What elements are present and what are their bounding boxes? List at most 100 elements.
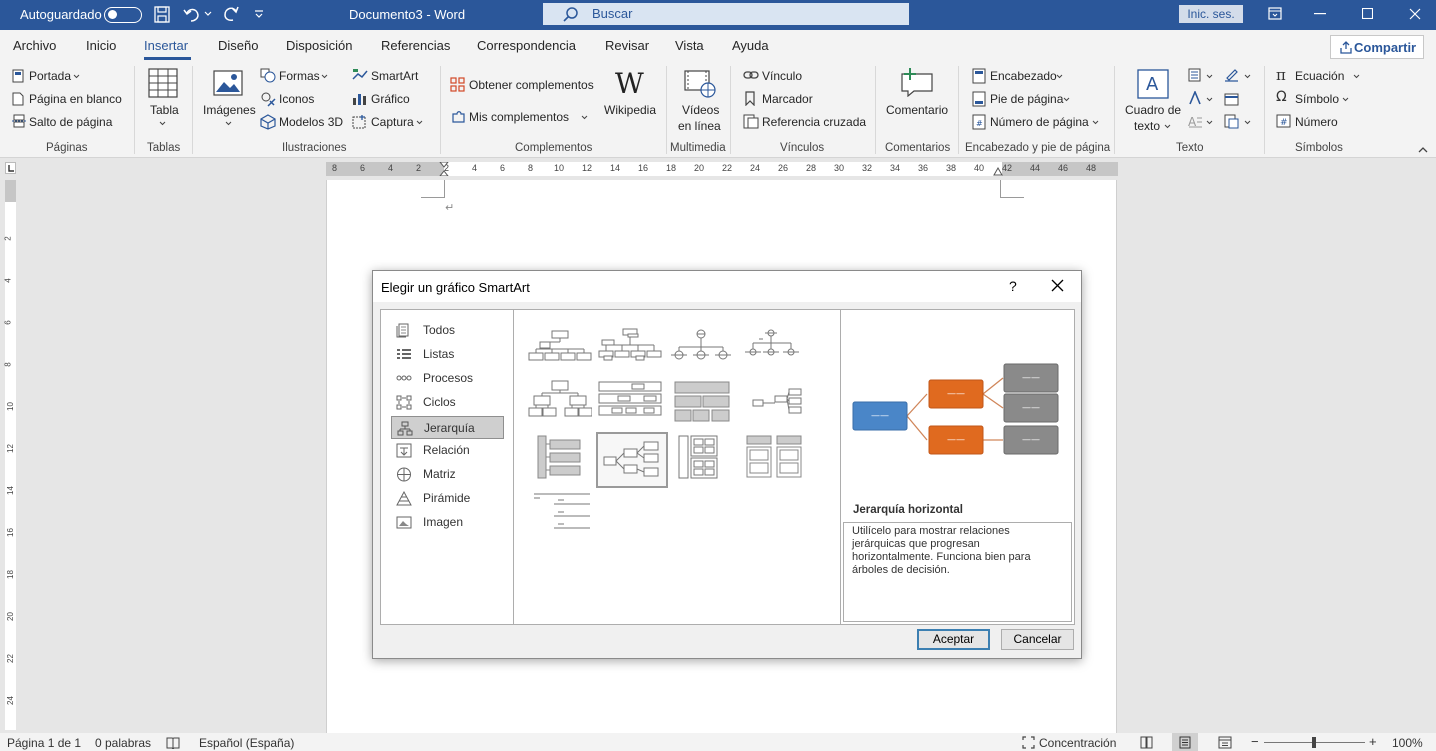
category-todos[interactable]: Todos — [391, 319, 504, 342]
tab-disposicion[interactable]: Disposición — [286, 38, 352, 53]
maximize-icon[interactable] — [1362, 8, 1373, 19]
page-count[interactable]: Página 1 de 1 — [7, 736, 81, 750]
imagenes-button[interactable]: Imágenes — [203, 103, 256, 117]
horizontal-ruler[interactable]: 8 6 4 2 2 4 6 8 10 12 14 16 18 20 22 24 26 28 30 32 34 36 38 40… — [326, 162, 1118, 176]
layout-jerarquia-tabla[interactable] — [669, 380, 737, 432]
obtener-complementos-button[interactable]: Obtener complementos — [469, 78, 594, 92]
pagina-blanco-button[interactable]: Página en blanco — [29, 92, 122, 106]
word-count[interactable]: 0 palabras — [95, 736, 151, 750]
category-relacion[interactable]: Relación — [391, 439, 504, 462]
close-dialog-icon[interactable] — [1051, 279, 1064, 292]
right-indent-marker-icon[interactable] — [993, 167, 1003, 176]
layout-circulo-cargo[interactable] — [669, 325, 737, 377]
zoom-in-icon[interactable]: + — [1369, 734, 1377, 749]
simbolo-button[interactable]: Símbolo — [1295, 92, 1339, 106]
layout-jerarquia-horizontal[interactable] — [596, 432, 668, 488]
zoom-level[interactable]: 100% — [1392, 736, 1423, 750]
ecuacion-button[interactable]: Ecuación — [1295, 69, 1344, 83]
proofing-icon[interactable] — [166, 736, 180, 749]
search-box[interactable]: Buscar — [543, 3, 909, 25]
read-mode-icon[interactable] — [1140, 736, 1153, 749]
layout-jerarquia[interactable] — [528, 380, 596, 432]
tab-referencias[interactable]: Referencias — [381, 38, 450, 53]
marcador-button[interactable]: Marcador — [762, 92, 813, 106]
share-button[interactable]: Compartir — [1330, 35, 1424, 59]
tab-selector[interactable] — [5, 162, 16, 174]
tab-revisar[interactable]: Revisar — [605, 38, 649, 53]
smartart-button[interactable]: SmartArt — [371, 69, 418, 83]
tab-vista[interactable]: Vista — [675, 38, 704, 53]
referencia-cruzada-button[interactable]: Referencia cruzada — [762, 115, 866, 129]
category-imagen[interactable]: Imagen — [391, 511, 504, 534]
layout-nombre-cargo[interactable] — [598, 325, 666, 377]
category-jerarquia[interactable]: Jerarquía — [391, 416, 504, 439]
category-piramide[interactable]: Pirámide — [391, 487, 504, 510]
close-window-icon[interactable] — [1409, 8, 1421, 20]
accept-button[interactable]: Aceptar — [917, 629, 990, 650]
zoom-out-icon[interactable]: − — [1251, 734, 1259, 749]
layout-jerarquia-horizontal-etiquetada[interactable] — [739, 380, 807, 432]
language-status[interactable]: Español (España) — [199, 736, 294, 750]
wikipedia-button[interactable]: Wikipedia — [604, 103, 656, 117]
signin-button[interactable]: Inic. ses. — [1179, 5, 1243, 23]
tab-ayuda[interactable]: Ayuda — [732, 38, 769, 53]
iconos-button[interactable]: Iconos — [279, 92, 314, 106]
layout-lista-jerarquia-horizontal[interactable] — [739, 434, 807, 486]
numero-button[interactable]: Número — [1295, 115, 1338, 129]
category-listas[interactable]: Listas — [391, 343, 504, 366]
pie-pagina-button[interactable]: Pie de página — [990, 92, 1063, 106]
ruler-tick-label: 34 — [890, 163, 901, 173]
layout-jerarquia-imagen[interactable] — [739, 325, 807, 377]
customize-toolbar-icon[interactable] — [254, 10, 264, 18]
tab-correspondencia[interactable]: Correspondencia — [477, 38, 576, 53]
layout-jerarquia-etiquetada[interactable] — [598, 380, 666, 432]
portada-button[interactable]: Portada — [29, 69, 71, 83]
layout-lista-jerarquia[interactable] — [528, 434, 596, 486]
tabla-button[interactable]: Tabla — [150, 103, 179, 117]
vertical-ruler[interactable]: 2 4 6 8 10 12 14 16 18 20 22 24 — [4, 180, 16, 730]
tab-archivo[interactable]: Archivo — [13, 38, 56, 53]
vinculo-button[interactable]: Vínculo — [762, 69, 802, 83]
undo-dropdown-icon[interactable] — [204, 11, 212, 17]
focus-mode[interactable]: Concentración — [1039, 736, 1116, 750]
vertical-scrollbar[interactable] — [1418, 162, 1436, 733]
zoom-slider-thumb[interactable] — [1312, 737, 1316, 748]
grafico-button[interactable]: Gráfico — [371, 92, 410, 106]
cuadro-texto-label-2[interactable]: texto — [1134, 119, 1160, 133]
collapse-ribbon-icon[interactable] — [1418, 146, 1428, 153]
autosave-toggle[interactable] — [104, 7, 142, 23]
dialog-title-bar[interactable]: Elegir un gráfico SmartArt ? — [373, 271, 1081, 302]
tab-insertar[interactable]: Insertar — [144, 38, 188, 53]
category-matriz[interactable]: Matriz — [391, 463, 504, 486]
layout-jerarquia-arquitectura[interactable] — [669, 434, 737, 486]
minimize-icon[interactable] — [1314, 13, 1326, 15]
formas-button[interactable]: Formas — [279, 69, 320, 83]
get-addins-icon — [450, 77, 465, 92]
help-button[interactable]: ? — [1009, 278, 1017, 294]
videos-label-1[interactable]: Vídeos — [682, 103, 719, 117]
ribbon-display-options-icon[interactable] — [1268, 7, 1282, 21]
web-layout-icon[interactable] — [1218, 736, 1232, 749]
cuadro-texto-label-1[interactable]: Cuadro de — [1125, 103, 1181, 117]
save-icon[interactable] — [154, 6, 170, 23]
comentario-button[interactable]: Comentario — [886, 103, 948, 117]
layout-lista-lineas[interactable] — [528, 490, 596, 542]
captura-button[interactable]: Captura — [371, 115, 414, 129]
cancel-button[interactable]: Cancelar — [1001, 629, 1074, 650]
modelos3d-button[interactable]: Modelos 3D — [279, 115, 343, 129]
category-procesos[interactable]: Procesos — [391, 367, 504, 390]
tab-diseno[interactable]: Diseño — [218, 38, 258, 53]
tab-inicio[interactable]: Inicio — [86, 38, 116, 53]
indent-marker-icon[interactable] — [439, 162, 449, 176]
salto-pagina-button[interactable]: Salto de página — [29, 115, 112, 129]
encabezado-button[interactable]: Encabezado — [990, 69, 1057, 83]
category-label: Ciclos — [423, 395, 456, 409]
videos-label-2[interactable]: en línea — [678, 119, 721, 133]
layout-organigrama[interactable] — [528, 325, 596, 377]
redo-icon[interactable] — [222, 5, 240, 23]
category-ciclos[interactable]: Ciclos — [391, 391, 504, 414]
undo-icon[interactable] — [183, 6, 201, 23]
mis-complementos-button[interactable]: Mis complementos — [469, 110, 569, 124]
numero-pagina-button[interactable]: Número de página — [990, 115, 1089, 129]
print-layout-icon[interactable] — [1179, 736, 1191, 749]
